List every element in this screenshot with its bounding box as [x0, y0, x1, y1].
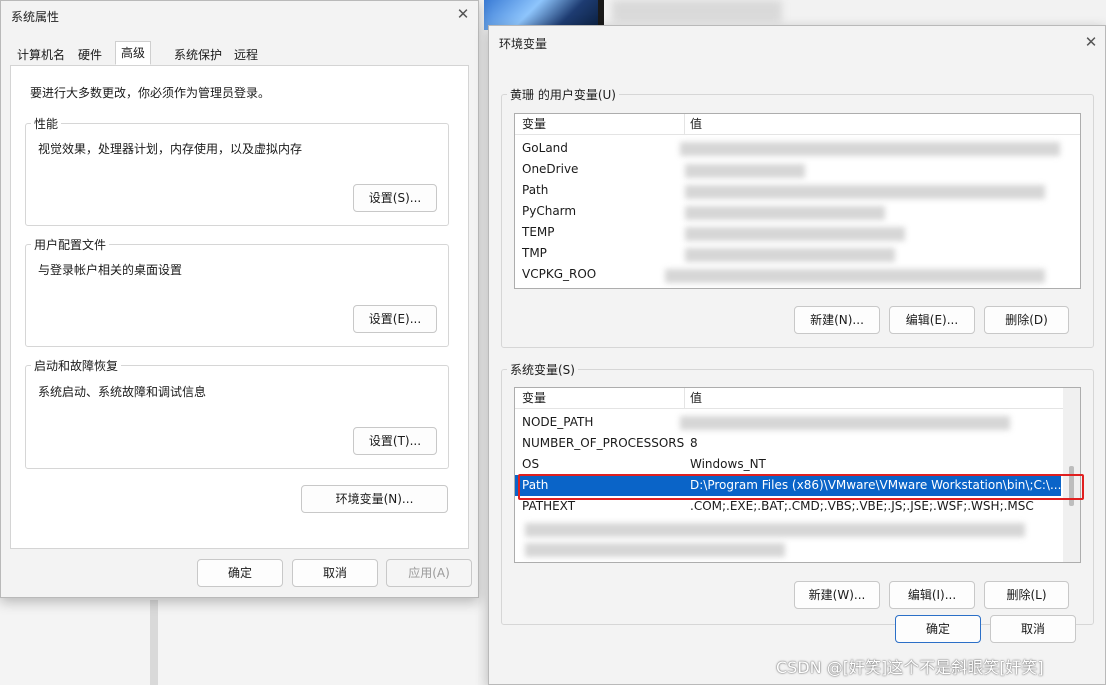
- startup-recovery-settings-button[interactable]: 设置(T)...: [353, 427, 437, 455]
- highlight-box: [518, 474, 1084, 500]
- variable-name: NUMBER_OF_PROCESSORS: [522, 436, 685, 450]
- background-window-edge: [150, 600, 158, 685]
- table-row[interactable]: OS Windows_NT: [515, 454, 1080, 475]
- user-variables-group: 黄珊 的用户变量(U) 变量 值 GoLand OneDrive Path Py…: [501, 86, 1094, 348]
- variable-name: TMP: [522, 246, 547, 260]
- startup-recovery-group: 启动和故障恢复 系统启动、系统故障和调试信息 设置(T)...: [25, 357, 449, 469]
- cancel-button[interactable]: 取消: [292, 559, 378, 587]
- system-edit-button[interactable]: 编辑(I)...: [889, 581, 975, 609]
- redacted-row: [525, 543, 785, 557]
- variable-name: NODE_PATH: [522, 415, 594, 429]
- apply-button[interactable]: 应用(A): [386, 559, 472, 587]
- redacted-value: [685, 185, 1045, 199]
- tab-computer-name[interactable]: 计算机名: [11, 43, 71, 65]
- system-variables-label: 系统变量(S): [507, 361, 578, 378]
- environment-variables-dialog: 环境变量 ✕ 黄珊 的用户变量(U) 变量 值 GoLand OneDrive …: [488, 25, 1106, 685]
- system-new-button[interactable]: 新建(W)...: [794, 581, 880, 609]
- performance-settings-button[interactable]: 设置(S)...: [353, 184, 437, 212]
- tab-hardware[interactable]: 硬件: [72, 43, 108, 65]
- tab-remote[interactable]: 远程: [228, 43, 264, 65]
- blurred-background-text: [612, 0, 782, 22]
- column-header-value[interactable]: 值: [690, 388, 702, 409]
- list-header: 变量 值: [515, 114, 1080, 135]
- redacted-value: [685, 164, 805, 178]
- startup-recovery-description: 系统启动、系统故障和调试信息: [38, 385, 207, 399]
- redacted-value: [665, 269, 1045, 283]
- user-variables-list[interactable]: 变量 值 GoLand OneDrive Path PyCharm TEMP T…: [514, 113, 1081, 289]
- list-header: 变量 值: [515, 388, 1080, 409]
- close-icon[interactable]: ✕: [453, 5, 473, 23]
- user-profiles-group: 用户配置文件 与登录帐户相关的桌面设置 设置(E)...: [25, 236, 449, 347]
- dialog-title: 环境变量: [499, 37, 548, 51]
- column-header-variable[interactable]: 变量: [522, 388, 546, 409]
- user-profiles-settings-button[interactable]: 设置(E)...: [353, 305, 437, 333]
- redacted-row: [525, 523, 1025, 537]
- close-icon[interactable]: ✕: [1081, 33, 1101, 51]
- column-header-value[interactable]: 值: [690, 114, 702, 135]
- dialog-title: 系统属性: [11, 10, 60, 24]
- performance-group: 性能 视觉效果，处理器计划，内存使用，以及虚拟内存 设置(S)...: [25, 115, 449, 226]
- performance-description: 视觉效果，处理器计划，内存使用，以及虚拟内存: [38, 142, 303, 156]
- variable-name: VCPKG_ROO: [522, 267, 597, 281]
- variable-name: Path: [522, 183, 549, 197]
- variable-name: OS: [522, 457, 540, 471]
- tab-advanced[interactable]: 高级: [115, 41, 152, 65]
- watermark: CSDN @[奸笑]这个不是斜眼笑[奸笑]: [776, 658, 1044, 677]
- user-delete-button[interactable]: 删除(D): [984, 306, 1069, 334]
- advanced-tab-panel: 要进行大多数更改，你必须作为管理员登录。 性能 视觉效果，处理器计划，内存使用，…: [10, 65, 469, 549]
- system-delete-button[interactable]: 删除(L): [984, 581, 1069, 609]
- redacted-value: [680, 142, 1060, 156]
- user-edit-button[interactable]: 编辑(E)...: [889, 306, 975, 334]
- environment-variables-button[interactable]: 环境变量(N)...: [301, 485, 448, 513]
- system-variables-group: 系统变量(S) 变量 值 NODE_PATH NUMBER_OF_PROCESS…: [501, 361, 1094, 625]
- tab-system-protection[interactable]: 系统保护: [168, 43, 228, 65]
- variable-name: GoLand: [522, 141, 568, 155]
- cancel-button[interactable]: 取消: [990, 615, 1076, 643]
- variable-value: Windows_NT: [690, 457, 766, 471]
- variable-name: TEMP: [522, 225, 555, 239]
- system-properties-dialog: 系统属性 ✕ 计算机名 硬件 高级 系统保护 远程 要进行大多数更改，你必须作为…: [0, 0, 479, 598]
- variable-value: 8: [690, 436, 698, 450]
- user-new-button[interactable]: 新建(N)...: [794, 306, 880, 334]
- admin-notice: 要进行大多数更改，你必须作为管理员登录。: [30, 86, 271, 100]
- column-header-variable[interactable]: 变量: [522, 114, 546, 135]
- redacted-value: [685, 227, 905, 241]
- ok-button[interactable]: 确定: [895, 615, 981, 643]
- ok-button[interactable]: 确定: [197, 559, 283, 587]
- redacted-value: [685, 206, 885, 220]
- variable-name: OneDrive: [522, 162, 579, 176]
- user-profiles-label: 用户配置文件: [31, 236, 110, 253]
- user-profiles-description: 与登录帐户相关的桌面设置: [38, 263, 183, 277]
- variable-name: PyCharm: [522, 204, 577, 218]
- startup-recovery-label: 启动和故障恢复: [31, 357, 122, 374]
- background-window: [0, 598, 478, 685]
- user-variables-label: 黄珊 的用户变量(U): [507, 86, 619, 103]
- redacted-value: [680, 416, 1010, 430]
- performance-label: 性能: [31, 115, 62, 132]
- redacted-value: [685, 248, 895, 262]
- table-row[interactable]: NUMBER_OF_PROCESSORS 8: [515, 433, 1080, 454]
